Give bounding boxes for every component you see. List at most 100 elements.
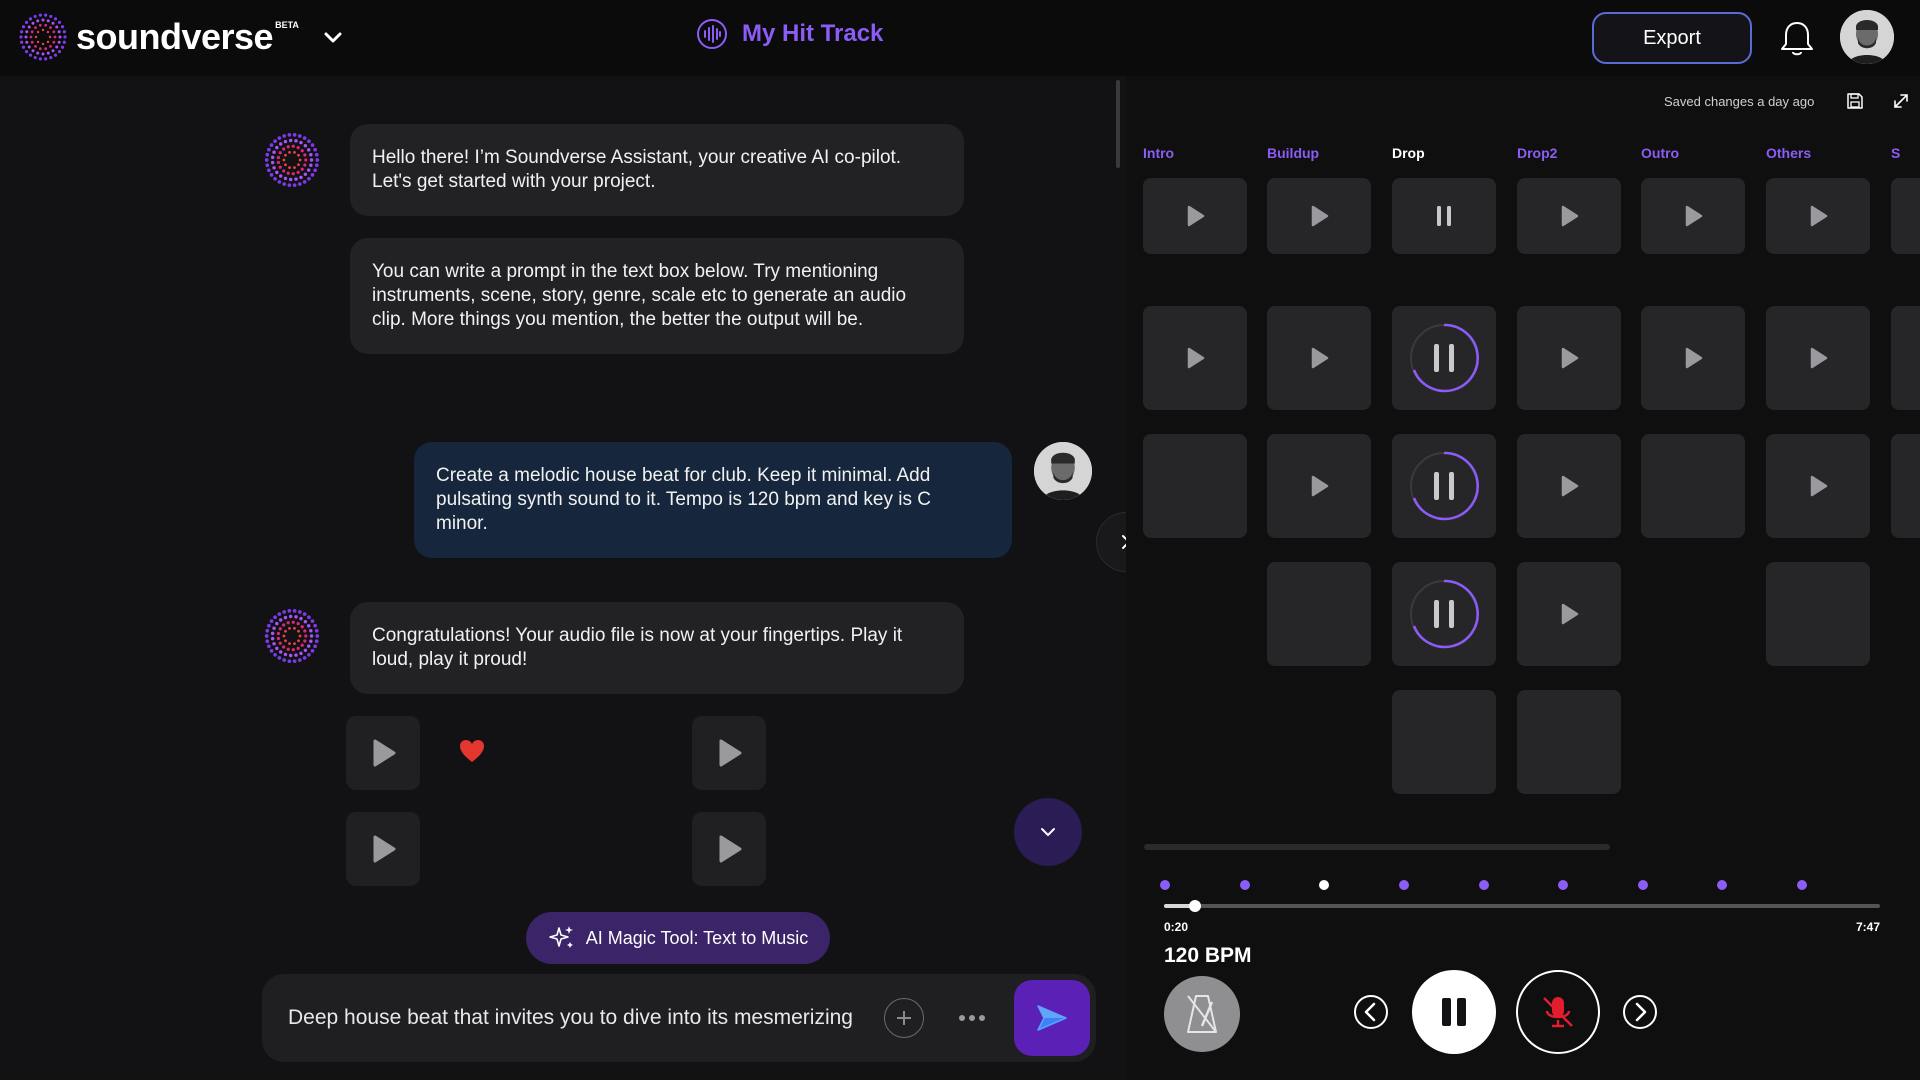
- loop-pad-play[interactable]: [1267, 306, 1371, 410]
- playback-progress-track[interactable]: [1164, 904, 1880, 908]
- play-icon: [1561, 205, 1579, 227]
- logo-dot: [270, 160, 275, 165]
- logo-dot: [264, 158, 269, 162]
- section-marker-dot[interactable]: [1399, 880, 1409, 890]
- loop-pad-empty[interactable]: [1641, 434, 1745, 538]
- loop-pad-play[interactable]: [1766, 178, 1870, 254]
- section-marker-dot[interactable]: [1797, 880, 1807, 890]
- scroll-down-button[interactable]: [1014, 798, 1082, 866]
- loop-pad-play[interactable]: [1641, 306, 1745, 410]
- export-button[interactable]: Export: [1592, 12, 1752, 64]
- chat-scrollbar[interactable]: [1116, 80, 1120, 168]
- section-drop[interactable]: Drop: [1392, 145, 1425, 161]
- loop-pad-play[interactable]: [1517, 562, 1621, 666]
- logo-dot: [272, 626, 276, 630]
- loop-pad-play[interactable]: [1766, 306, 1870, 410]
- loop-pad[interactable]: [1891, 434, 1920, 538]
- loop-pad-playing[interactable]: [1392, 306, 1496, 410]
- track-title-text: My Hit Track: [742, 20, 884, 47]
- section-drop2[interactable]: Drop2: [1517, 145, 1557, 161]
- loop-pad-playing[interactable]: [1392, 562, 1496, 666]
- loop-pad-empty[interactable]: [1766, 562, 1870, 666]
- audio-clip-play-button[interactable]: [346, 812, 420, 886]
- section-marker-dot[interactable]: [1479, 880, 1489, 890]
- logo-dot: [62, 30, 66, 34]
- heart-icon[interactable]: [458, 738, 486, 764]
- section-more[interactable]: S: [1891, 145, 1900, 161]
- section-others[interactable]: Others: [1766, 145, 1811, 161]
- save-icon[interactable]: [1846, 92, 1864, 110]
- loop-pad-play[interactable]: [1641, 178, 1745, 254]
- loop-pad-play[interactable]: [1143, 306, 1247, 410]
- mute-button[interactable]: [1516, 970, 1600, 1054]
- logo-dot: [294, 139, 298, 143]
- logo-dot: [310, 649, 315, 653]
- logo-dot: [265, 639, 270, 644]
- logo-dot: [269, 619, 274, 623]
- playback-scrubber[interactable]: [1189, 900, 1201, 912]
- previous-section-button[interactable]: [1353, 994, 1389, 1030]
- logo-dot: [44, 13, 48, 17]
- logo-dot: [286, 621, 290, 625]
- loop-pad[interactable]: [1891, 306, 1920, 410]
- loop-pad-empty[interactable]: [1143, 434, 1247, 538]
- loop-pad-empty[interactable]: [1267, 562, 1371, 666]
- metronome-button[interactable]: [1164, 976, 1240, 1052]
- audio-clip-play-button[interactable]: [692, 716, 766, 790]
- section-intro[interactable]: Intro: [1143, 145, 1174, 161]
- logo-dot: [284, 639, 287, 643]
- logo-dot: [57, 40, 61, 44]
- loop-pad-empty[interactable]: [1517, 690, 1621, 794]
- loop-pad-play[interactable]: [1517, 434, 1621, 538]
- assistant-message: Hello there! I’m Soundverse Assistant, y…: [350, 124, 964, 216]
- logo-dot: [302, 612, 307, 616]
- avatar-portrait-icon: [1840, 10, 1894, 64]
- loop-pad-play[interactable]: [1517, 178, 1621, 254]
- logo-dot: [300, 149, 304, 153]
- loop-pad-play[interactable]: [1517, 306, 1621, 410]
- section-marker-dot[interactable]: [1240, 880, 1250, 890]
- logo-dot: [288, 166, 291, 170]
- section-marker-dot[interactable]: [1638, 880, 1648, 890]
- loop-pad-play[interactable]: [1267, 434, 1371, 538]
- loop-pad-play[interactable]: [1267, 178, 1371, 254]
- send-button[interactable]: [1014, 980, 1090, 1056]
- next-section-button[interactable]: [1622, 994, 1658, 1030]
- audio-clip-play-button[interactable]: [692, 812, 766, 886]
- logo-dot: [310, 173, 315, 177]
- loop-pad-play[interactable]: [1143, 178, 1247, 254]
- loop-pad[interactable]: [1891, 178, 1920, 254]
- section-outro[interactable]: Outro: [1641, 145, 1679, 161]
- prompt-input[interactable]: Deep house beat that invites you to dive…: [288, 974, 874, 1062]
- logo-dot: [49, 44, 52, 48]
- play-pause-button[interactable]: [1412, 970, 1496, 1054]
- play-icon: [1685, 347, 1703, 369]
- soundverse-logo-icon: [19, 13, 67, 61]
- add-attachment-button[interactable]: [884, 998, 924, 1038]
- loop-pad-playing[interactable]: [1392, 434, 1496, 538]
- section-marker-dot[interactable]: [1717, 880, 1727, 890]
- loop-pad-playing[interactable]: [1392, 178, 1496, 254]
- chevron-down-icon[interactable]: [321, 25, 345, 49]
- notification-bell-icon[interactable]: [1778, 18, 1816, 58]
- loop-pad-empty[interactable]: [1392, 690, 1496, 794]
- section-marker-dot[interactable]: [1319, 880, 1329, 890]
- logo-dot: [284, 163, 287, 167]
- logo-dot: [28, 53, 33, 57]
- logo-dot: [21, 25, 26, 29]
- section-buildup[interactable]: Buildup: [1267, 145, 1319, 161]
- section-marker-dot[interactable]: [1558, 880, 1568, 890]
- mic-off-icon: [1543, 997, 1573, 1028]
- ai-magic-tool-button[interactable]: AI Magic Tool: Text to Music: [526, 912, 830, 964]
- logo-dot: [303, 619, 308, 624]
- audio-clip-play-button[interactable]: [346, 716, 420, 790]
- brand[interactable]: soundverse BETA: [18, 12, 345, 62]
- user-avatar[interactable]: [1840, 10, 1894, 64]
- section-marker-dot[interactable]: [1160, 880, 1170, 890]
- more-options-button[interactable]: [952, 998, 992, 1038]
- logo-dot: [57, 20, 62, 25]
- expand-icon[interactable]: [1892, 92, 1910, 110]
- loop-pad-play[interactable]: [1766, 434, 1870, 538]
- track-title[interactable]: My Hit Track: [696, 18, 883, 50]
- timeline-scrollbar[interactable]: [1144, 844, 1610, 850]
